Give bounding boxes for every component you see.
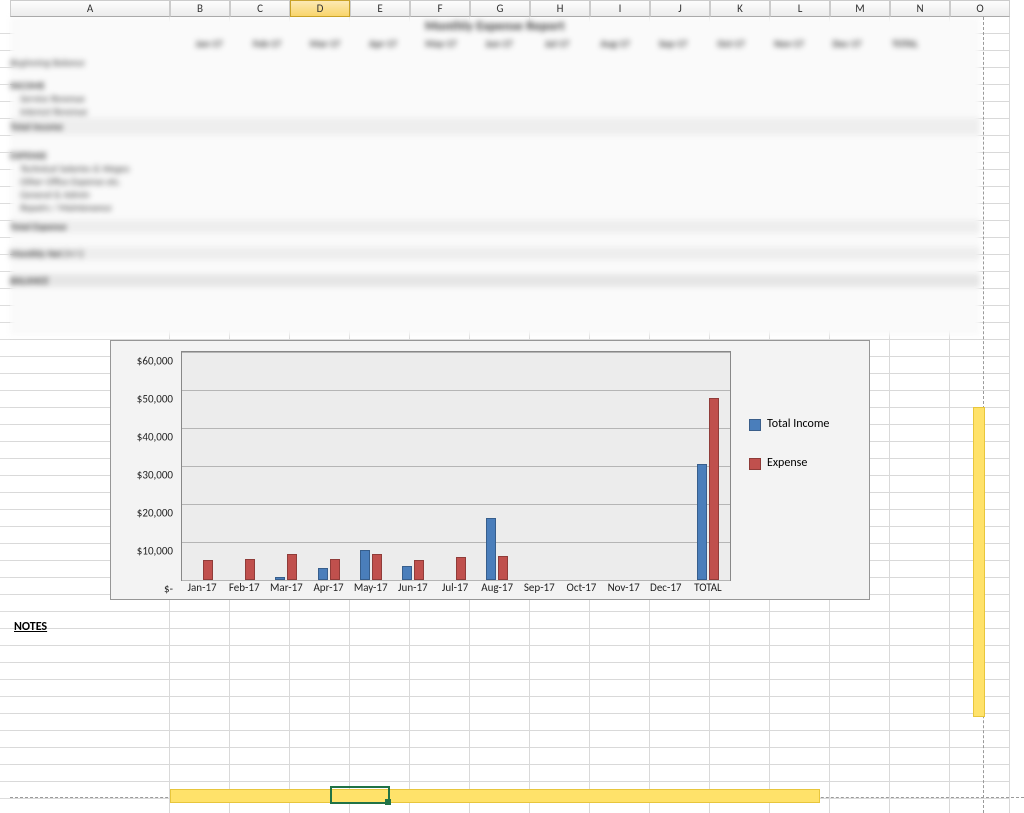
embedded-chart[interactable]: $-$10,000$20,000$30,000$40,000$50,000$60… <box>110 340 870 600</box>
x-tick-Jun-17: Jun-17 <box>398 581 428 594</box>
chart-legend: Total Income Expense <box>749 416 859 494</box>
column-header-F[interactable]: F <box>410 0 470 17</box>
chart-y-axis: $-$10,000$20,000$30,000$40,000$50,000$60… <box>111 351 179 579</box>
x-tick-Jul-17: Jul-17 <box>442 581 468 594</box>
legend-item-income: Total Income <box>749 416 859 433</box>
bar-expense-TOTAL <box>709 398 719 580</box>
column-headers[interactable]: ABCDEFGHIJKLMNO <box>10 0 1010 17</box>
legend-label-income: Total Income <box>767 416 829 433</box>
bar-expense-Apr-17 <box>330 559 340 580</box>
column-header-G[interactable]: G <box>470 0 530 17</box>
column-header-I[interactable]: I <box>590 0 650 17</box>
column-header-B[interactable]: B <box>170 0 230 17</box>
bar-expense-Jan-17 <box>203 560 213 580</box>
legend-swatch-blue <box>749 419 761 431</box>
x-tick-Sep-17: Sep-17 <box>524 581 555 594</box>
highlighted-row[interactable] <box>170 789 820 803</box>
x-tick-Dec-17: Dec-17 <box>650 581 681 594</box>
x-tick-May-17: May-17 <box>354 581 388 594</box>
row-headers[interactable] <box>0 17 10 813</box>
x-tick-Apr-17: Apr-17 <box>313 581 343 594</box>
chart-x-axis: Jan-17 Feb-17 Mar-17 Apr-17 May-17 Jun-17 Jul-… <box>181 579 731 599</box>
legend-label-expense: Expense <box>767 455 807 472</box>
column-header-O[interactable]: O <box>950 0 1010 17</box>
bar-expense-Mar-17 <box>287 554 297 580</box>
column-header-K[interactable]: K <box>710 0 770 17</box>
bar-expense-Jun-17 <box>414 560 424 580</box>
column-header-A[interactable]: A <box>10 0 170 17</box>
bar-income-Aug-17 <box>486 518 496 580</box>
bar-expense-Aug-17 <box>498 556 508 580</box>
highlighted-column-strip[interactable] <box>973 407 985 717</box>
x-tick-Nov-17: Nov-17 <box>608 581 640 594</box>
column-header-J[interactable]: J <box>650 0 710 17</box>
bar-income-TOTAL <box>697 464 707 580</box>
column-header-C[interactable]: C <box>230 0 290 17</box>
bar-expense-May-17 <box>372 554 382 580</box>
column-header-H[interactable]: H <box>530 0 590 17</box>
column-header-E[interactable]: E <box>350 0 410 17</box>
x-tick-Aug-17: Aug-17 <box>481 581 513 594</box>
notes-heading: NOTES <box>14 620 47 634</box>
x-tick-TOTAL: TOTAL <box>694 581 722 594</box>
x-tick-Feb-17: Feb-17 <box>229 581 260 594</box>
bar-income-May-17 <box>360 550 370 580</box>
x-tick-Oct-17: Oct-17 <box>567 581 597 594</box>
legend-swatch-red <box>749 458 761 470</box>
x-tick-Mar-17: Mar-17 <box>270 581 303 594</box>
column-header-N[interactable]: N <box>890 0 950 17</box>
column-header-M[interactable]: M <box>830 0 890 17</box>
column-header-L[interactable]: L <box>770 0 830 17</box>
bar-income-Jun-17 <box>402 566 412 580</box>
bar-expense-Jul-17 <box>456 557 466 580</box>
legend-item-expense: Expense <box>749 455 859 472</box>
bar-expense-Feb-17 <box>245 559 255 580</box>
x-tick-Jan-17: Jan-17 <box>188 581 217 594</box>
column-header-D[interactable]: D <box>290 0 350 17</box>
chart-plot-area <box>181 351 731 581</box>
